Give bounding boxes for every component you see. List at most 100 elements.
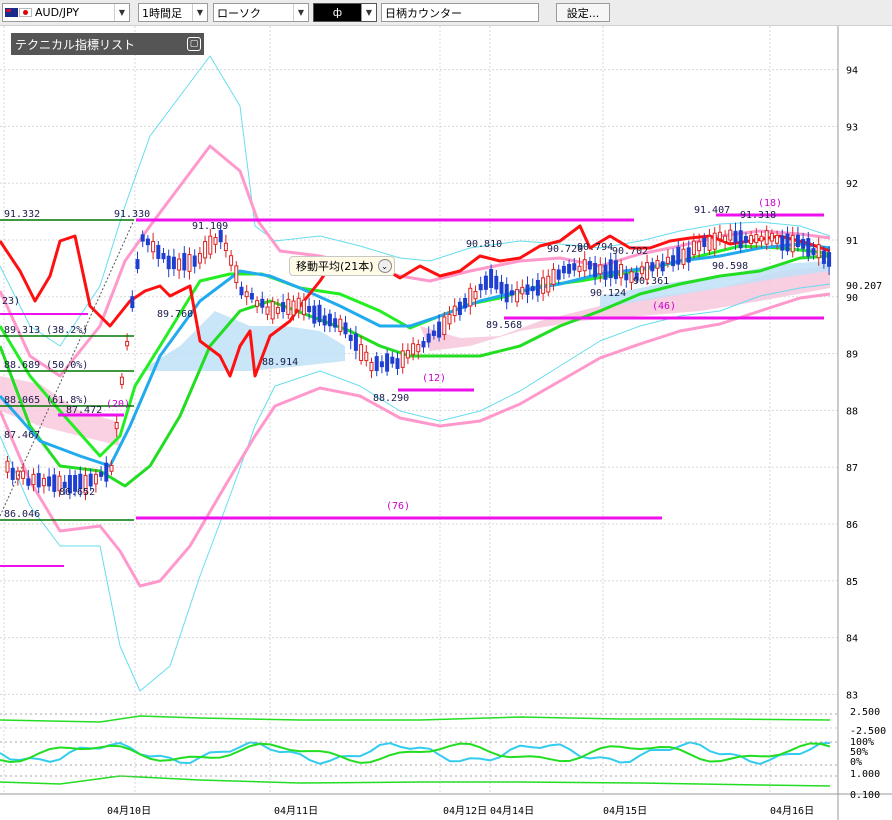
candle	[608, 259, 613, 279]
peak-label: 91.330	[114, 209, 150, 220]
date-tick: 04月12日	[443, 805, 487, 817]
chevron-down-icon[interactable]: ▼	[114, 4, 129, 21]
candle	[437, 321, 442, 338]
candle	[10, 467, 15, 480]
candle	[218, 230, 223, 243]
sub-panel-1-line	[0, 715, 831, 723]
sub-tick: -2.500	[850, 726, 886, 737]
candle	[473, 290, 478, 300]
candle	[281, 302, 286, 312]
current-price-label: 90.207	[846, 281, 882, 292]
candle	[171, 256, 176, 270]
peak-label: 91.318	[740, 210, 776, 221]
candle	[177, 258, 182, 271]
flag-icons	[3, 8, 32, 17]
candle	[749, 234, 754, 245]
candle	[619, 264, 624, 279]
symbol-label: ф	[332, 6, 343, 19]
candle	[468, 287, 473, 307]
candle	[702, 237, 707, 247]
candle	[509, 290, 514, 296]
candle	[743, 236, 748, 243]
candle	[244, 291, 249, 298]
chart-type-select[interactable]: ローソク ▼	[213, 3, 309, 22]
chevron-down-icon[interactable]: ▼	[192, 4, 207, 21]
candle	[379, 361, 384, 368]
pair-select[interactable]: AUD/JPY ▼	[2, 3, 130, 22]
candle	[421, 340, 426, 348]
fib-label: 88.689 (50.0%)	[4, 360, 88, 371]
chevron-down-icon[interactable]: ▼	[293, 4, 308, 21]
candle	[166, 255, 171, 270]
price-tick: 90	[846, 293, 858, 304]
candle	[806, 238, 811, 257]
candle	[390, 356, 395, 364]
candle	[613, 260, 618, 280]
price-tick: 89	[846, 350, 858, 361]
candle	[182, 253, 187, 271]
candle	[99, 471, 104, 477]
pair-label: AUD/JPY	[35, 6, 80, 19]
candle	[530, 286, 535, 292]
candle	[759, 235, 764, 242]
candle	[478, 283, 483, 291]
candle	[671, 255, 676, 267]
candle	[161, 253, 166, 260]
price-chart[interactable]: 91.33289.313 (38.2%)88.689 (50.0%)88.065…	[0, 26, 892, 820]
candle	[145, 238, 150, 246]
candle	[47, 476, 52, 487]
ma-tooltip-label: 移動平均(21本)	[296, 260, 374, 273]
candle	[785, 233, 790, 252]
stochastic-d	[0, 742, 831, 764]
peak-label: 87.472	[66, 405, 102, 416]
candle	[650, 262, 655, 272]
expand-down-icon[interactable]: ⌄	[377, 259, 392, 273]
candle	[572, 263, 577, 271]
candle	[291, 300, 296, 316]
candle	[41, 477, 46, 487]
fib-label: 89.313 (38.2%)	[4, 325, 88, 336]
candle	[754, 234, 759, 244]
peak-label: 87.467	[4, 430, 40, 441]
candle	[499, 281, 504, 294]
candle	[639, 266, 644, 275]
peak-label: 91.407	[694, 205, 730, 216]
candle	[790, 234, 795, 253]
candle	[416, 344, 421, 353]
day-counter-field[interactable]: 日柄カウンター	[381, 3, 539, 22]
timeframe-select[interactable]: 1時間足 ▼	[138, 3, 208, 22]
candle	[603, 264, 608, 280]
candle	[764, 230, 769, 245]
candle	[135, 259, 140, 270]
price-tick: 94	[846, 66, 858, 77]
candle	[681, 248, 686, 265]
price-tick: 93	[846, 122, 858, 133]
price-axis: 94 93 92 91 90 89 88 87 86 85 84 83 90.207 2.500 -2.50…	[107, 66, 892, 817]
collapse-icon[interactable]: ▢	[187, 37, 201, 51]
candle	[223, 242, 228, 252]
candle	[551, 268, 556, 285]
candle	[239, 286, 244, 296]
chart-grid	[0, 26, 892, 820]
candle	[395, 358, 400, 369]
bollinger-bands	[0, 55, 831, 692]
candle	[348, 334, 353, 341]
candle	[660, 261, 665, 272]
chevron-down-icon[interactable]: ▼	[361, 4, 376, 21]
candle	[327, 313, 332, 327]
candle	[36, 473, 41, 488]
settings-button[interactable]: 設定...	[556, 3, 610, 22]
candle	[265, 306, 270, 315]
price-tick: 84	[846, 634, 858, 645]
candle	[593, 263, 598, 278]
symbol-select[interactable]: ф ▼	[313, 3, 377, 22]
candle	[187, 254, 192, 272]
candle	[359, 344, 364, 361]
indicator-list-panel[interactable]: テクニカル指標リスト ▢	[11, 33, 204, 55]
toolbar: AUD/JPY ▼ 1時間足 ▼ ローソク ▼ ф ▼ 日柄カウンター 設定..…	[0, 0, 892, 26]
date-tick: 04月15日	[603, 805, 647, 817]
candle	[697, 241, 702, 252]
candle	[364, 351, 369, 362]
candle	[738, 230, 743, 249]
candle	[525, 284, 530, 295]
